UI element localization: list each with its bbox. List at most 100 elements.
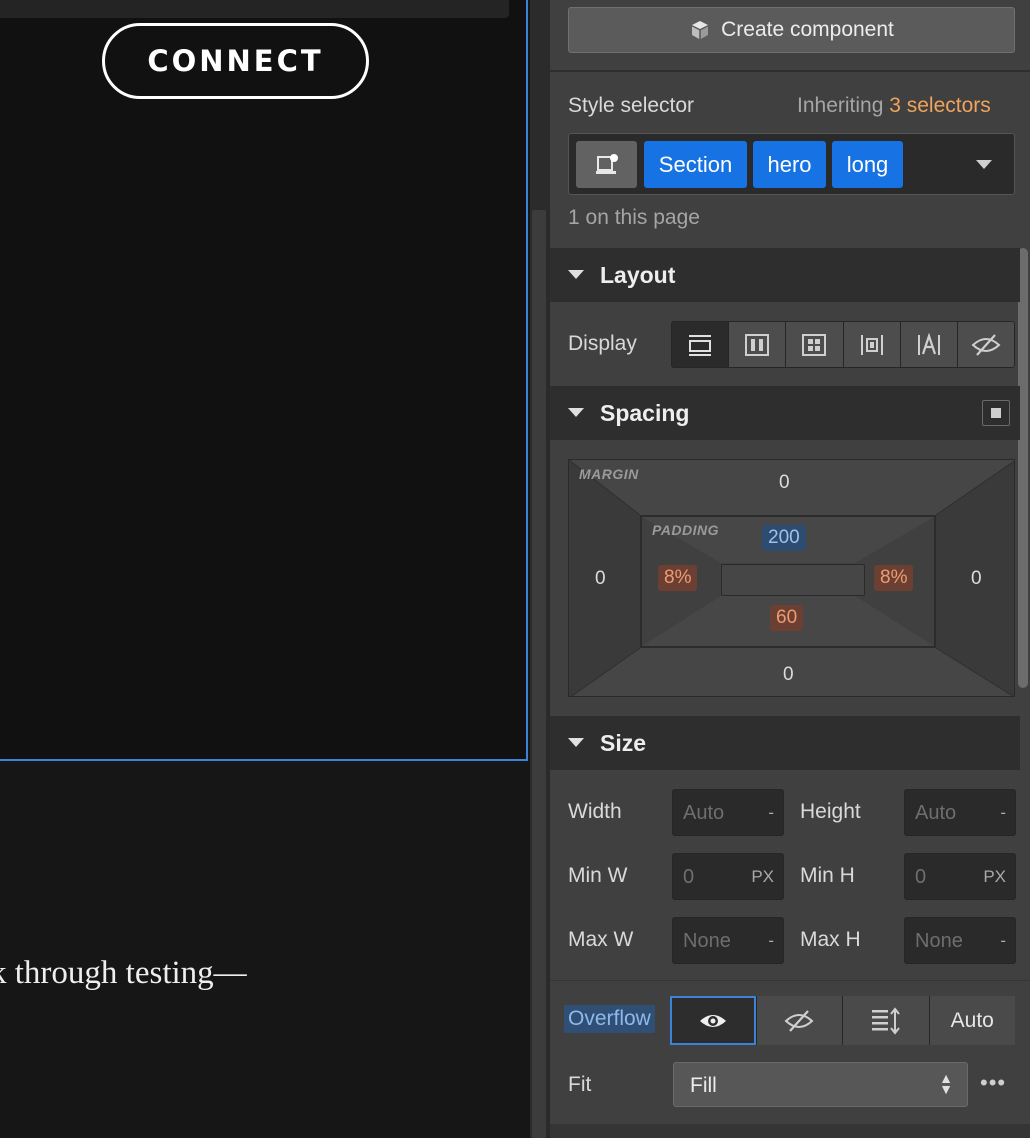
margin-top-value[interactable]: 0 — [779, 472, 790, 494]
max-width-input[interactable]: None - — [672, 917, 784, 964]
display-inline-block-button[interactable] — [843, 322, 900, 367]
connect-button[interactable]: CONNECT — [102, 23, 369, 99]
eye-icon — [699, 1014, 726, 1027]
min-w-label: Min W — [568, 864, 628, 887]
overflow-options: Auto — [670, 996, 1015, 1045]
min-height-unit[interactable]: PX — [983, 867, 1006, 887]
margin-left-value[interactable]: 0 — [595, 568, 606, 590]
spacing-expand-icon[interactable] — [982, 400, 1010, 426]
max-width-value: None — [683, 930, 731, 952]
max-height-value: None — [915, 930, 963, 952]
padding-top-value[interactable]: 200 — [762, 525, 806, 551]
max-h-label: Max H — [800, 928, 861, 951]
panel-scrollbar[interactable] — [1018, 248, 1028, 688]
display-options — [671, 321, 1015, 368]
display-flex-icon — [745, 333, 770, 356]
display-label: Display — [568, 332, 637, 355]
max-w-label: Max W — [568, 928, 634, 951]
height-input[interactable]: Auto - — [904, 789, 1016, 836]
display-inline-icon — [917, 332, 940, 355]
min-width-unit[interactable]: PX — [751, 867, 774, 887]
selector-chip-long[interactable]: long — [832, 141, 903, 188]
selector-element-chip[interactable] — [576, 141, 637, 188]
width-label: Width — [568, 800, 622, 823]
size-title: Size — [600, 730, 647, 756]
padding-left-value[interactable]: 8% — [658, 565, 698, 591]
margin-bottom-value[interactable]: 0 — [783, 664, 794, 686]
selector-dropdown-caret-icon[interactable] — [976, 160, 992, 169]
overflow-hidden-button[interactable] — [756, 996, 842, 1045]
design-canvas[interactable]: CONNECT k through testing— — [0, 0, 530, 1138]
width-value: Auto — [683, 802, 725, 824]
selector-count: 1 on this page — [568, 206, 700, 229]
scroll-icon — [871, 1006, 900, 1035]
spacing-section-header[interactable]: Spacing — [550, 386, 1020, 440]
min-height-value: 0 — [915, 866, 927, 888]
divider — [550, 70, 1030, 72]
box-model-editor: MARGIN 0 0 0 0 PADDING 200 8% 8% 60 — [568, 459, 1015, 697]
max-height-input[interactable]: None - — [904, 917, 1016, 964]
create-component-label: Create component — [721, 18, 894, 41]
eye-off-icon — [784, 1009, 814, 1032]
fit-value: Fill — [690, 1074, 717, 1097]
inheriting-text: Inheriting 3 selectors — [797, 94, 991, 118]
selector-chip-section[interactable]: Section — [644, 141, 747, 188]
overflow-label: Overflow — [564, 1005, 655, 1033]
display-grid-icon — [802, 333, 827, 356]
cube-icon — [692, 21, 709, 39]
overflow-visible-button[interactable] — [670, 996, 756, 1045]
element-state-icon — [595, 153, 618, 174]
height-label: Height — [800, 800, 861, 823]
display-inline-button[interactable] — [900, 322, 957, 367]
display-block-icon — [689, 334, 712, 356]
width-unit[interactable]: - — [768, 803, 774, 823]
margin-right-value[interactable]: 0 — [971, 568, 982, 590]
max-width-unit[interactable]: - — [768, 931, 774, 951]
height-value: Auto — [915, 802, 957, 824]
min-height-input[interactable]: 0 PX — [904, 853, 1016, 900]
display-none-button[interactable] — [957, 322, 1014, 367]
padding-box: PADDING 200 8% 8% 60 — [640, 515, 936, 648]
content-box — [721, 564, 865, 596]
fit-select[interactable]: Fill ▲ ▼ — [673, 1062, 968, 1107]
padding-right-value[interactable]: 8% — [874, 565, 914, 591]
body-text[interactable]: k through testing— — [0, 955, 247, 992]
style-selector-label: Style selector — [568, 94, 695, 117]
style-panel: Create component Style selector Inheriti… — [548, 0, 1030, 1138]
min-h-label: Min H — [800, 864, 855, 887]
size-section-header[interactable]: Size — [550, 716, 1020, 770]
more-options-icon[interactable]: ••• — [980, 1070, 1006, 1096]
height-unit[interactable]: - — [1000, 803, 1006, 823]
display-inline-block-icon — [860, 334, 883, 355]
min-width-value: 0 — [683, 866, 695, 888]
overflow-scroll-button[interactable] — [843, 996, 929, 1045]
display-block-button[interactable] — [672, 322, 729, 367]
fit-label: Fit — [568, 1073, 592, 1096]
overflow-auto-button[interactable]: Auto — [929, 996, 1015, 1045]
display-flex-button[interactable] — [729, 322, 786, 367]
inheriting-prefix: Inheriting — [797, 94, 884, 117]
canvas-scrollbar[interactable] — [530, 0, 548, 1138]
spacing-title: Spacing — [600, 400, 690, 426]
next-section-edge — [550, 1124, 1030, 1138]
min-width-input[interactable]: 0 PX — [672, 853, 784, 900]
selector-chip-hero[interactable]: hero — [753, 141, 826, 188]
collapse-triangle-icon — [568, 270, 584, 279]
padding-bottom-value[interactable]: 60 — [770, 605, 804, 631]
eye-off-icon — [971, 333, 1001, 356]
collapse-triangle-icon — [568, 738, 584, 747]
hero-section[interactable]: CONNECT — [0, 0, 528, 761]
width-input[interactable]: Auto - — [672, 789, 784, 836]
layout-section-header[interactable]: Layout — [550, 248, 1020, 302]
collapse-triangle-icon — [568, 408, 584, 417]
layout-title: Layout — [600, 262, 676, 288]
padding-caption: PADDING — [652, 522, 720, 538]
hero-top-bar — [0, 0, 509, 18]
display-grid-button[interactable] — [786, 322, 843, 367]
max-height-unit[interactable]: - — [1000, 931, 1006, 951]
inheriting-selectors-link[interactable]: 3 selectors — [889, 94, 991, 117]
create-component-button[interactable]: Create component — [568, 7, 1015, 53]
divider — [550, 980, 1030, 981]
selector-field[interactable]: Section hero long — [568, 133, 1015, 195]
canvas-scrollbar-thumb[interactable] — [532, 210, 546, 1138]
